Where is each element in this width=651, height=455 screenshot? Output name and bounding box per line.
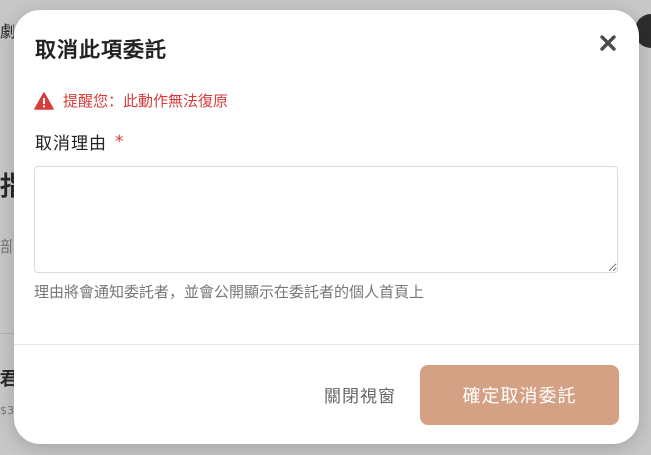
reason-help-text: 理由將會通知委託者，並會公開顯示在委託者的個人首頁上 — [34, 283, 425, 301]
reason-field-label: 取消理由 * — [35, 129, 124, 155]
warning-text: 提醒您：此動作無法復原 — [63, 92, 229, 110]
close-window-button[interactable]: 關閉視窗 — [318, 378, 402, 411]
dialog-title: 取消此項委託 — [35, 38, 167, 62]
close-button[interactable] — [595, 30, 621, 56]
warning-message: 提醒您：此動作無法復原 — [34, 90, 228, 111]
warning-triangle-icon — [34, 91, 54, 110]
cancel-commission-dialog: 取消此項委託 提醒您：此動作無法復原 取消理由 * 理由將會通知委託者，並會公開… — [14, 10, 639, 444]
confirm-cancel-button[interactable]: 確定取消委託 — [420, 365, 619, 425]
cancel-reason-textarea[interactable] — [34, 166, 618, 273]
required-asterisk: * — [115, 131, 124, 152]
reason-label: 取消理由 — [35, 134, 107, 154]
footer-divider — [14, 344, 639, 345]
close-icon — [600, 35, 616, 51]
